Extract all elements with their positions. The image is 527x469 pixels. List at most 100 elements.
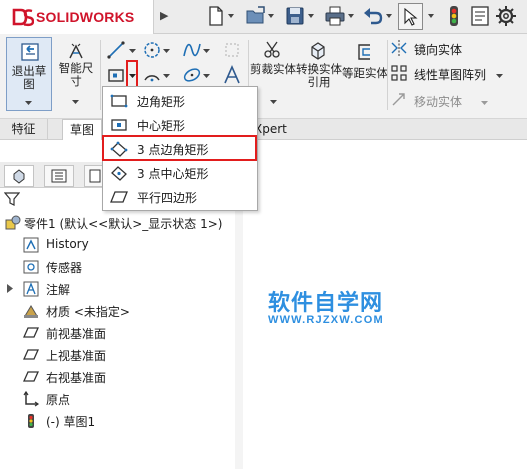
trim-entities-icon[interactable] [262, 40, 282, 60]
tree-item-annotations[interactable]: 注解 [0, 278, 243, 300]
tree-item-material[interactable]: 材质 <未指定> [0, 300, 243, 322]
move-entities-label: 移动实体 [414, 95, 463, 109]
solidworks-logo[interactable]: SOLIDWORKS [0, 0, 154, 34]
3-point-center-rectangle-icon [111, 166, 127, 181]
tree-item-right-plane[interactable]: 右视基准面 [0, 366, 243, 388]
linear-pattern-label[interactable]: 线性草图阵列 [414, 66, 486, 83]
ribbon-separator [387, 40, 388, 110]
select-button[interactable] [398, 3, 423, 30]
plane-icon [22, 371, 40, 382]
history-icon [23, 237, 39, 253]
exit-sketch-label: 退出草图 [11, 64, 47, 91]
chevron-down-icon[interactable] [25, 101, 32, 105]
tree-item-top-plane[interactable]: 上视基准面 [0, 344, 243, 366]
tree-item-sketch1[interactable]: (-) 草图1 [0, 410, 243, 432]
chevron-down-icon[interactable] [308, 14, 314, 18]
chevron-down-icon[interactable] [268, 14, 274, 18]
brand-name: SOLIDWORKS [36, 9, 135, 25]
menu-item-label: 3 点中心矩形 [137, 167, 209, 181]
chevron-down-icon[interactable] [163, 74, 170, 78]
chevron-down-icon[interactable] [163, 49, 170, 53]
tree-item-label: History [46, 237, 89, 251]
ribbon-separator [100, 40, 101, 110]
print-icon[interactable] [323, 4, 347, 28]
text-icon[interactable] [222, 65, 242, 85]
line-icon[interactable] [106, 40, 126, 60]
menu-item-center-rectangle[interactable]: 中心矩形 [103, 113, 257, 137]
tree-item-label: 传感器 [46, 261, 83, 275]
feature-manager-tab[interactable] [4, 165, 34, 187]
chevron-down-icon[interactable] [203, 49, 210, 53]
tree-root-part[interactable]: 零件1 (默认<<默认>_显示状态 1>) [0, 212, 243, 234]
corner-rectangle-icon [110, 94, 128, 108]
arc-icon[interactable] [142, 65, 162, 85]
chevron-down-icon[interactable] [129, 49, 136, 53]
chevron-down-icon[interactable] [72, 100, 79, 104]
circle-icon[interactable] [142, 40, 162, 60]
menu-item-3-point-center-rectangle[interactable]: 3 点中心矩形 [103, 161, 257, 185]
expand-arrow-icon[interactable] [7, 284, 13, 293]
chevron-down-icon[interactable] [428, 14, 434, 18]
file-properties-icon[interactable] [468, 4, 492, 28]
smart-dimension-icon[interactable] [66, 42, 86, 62]
menu-item-parallelogram[interactable]: 平行四边形 [103, 185, 257, 209]
chevron-down-icon[interactable] [496, 74, 503, 78]
menu-expand-arrow[interactable]: ▶ [160, 9, 168, 22]
new-document-icon[interactable] [204, 4, 228, 28]
center-rectangle-icon [111, 119, 127, 131]
chevron-down-icon[interactable] [386, 14, 392, 18]
watermark-url: WWW.RJZXW.COM [268, 314, 384, 326]
watermark-title: 软件自学网 [268, 291, 384, 316]
material-icon [24, 305, 38, 318]
menu-item-label: 边角矩形 [137, 95, 186, 109]
chevron-down-icon[interactable] [270, 100, 277, 104]
menu-item-label: 中心矩形 [137, 119, 186, 133]
tree-item-sensors[interactable]: 传感器 [0, 256, 243, 278]
exit-sketch-button[interactable]: 退出草图 [6, 37, 52, 111]
tab-xpert[interactable]: Xpert [254, 119, 294, 140]
tree-item-history[interactable]: History [0, 234, 243, 256]
undo-icon[interactable] [361, 4, 385, 28]
sketch-icon [28, 414, 34, 428]
cursor-arrow-icon [404, 8, 418, 26]
gear-icon[interactable] [494, 4, 518, 28]
mirror-entities-label[interactable]: 镜向实体 [414, 41, 462, 58]
offset-entities-icon[interactable] [354, 42, 374, 62]
feature-tree-icon [13, 169, 25, 184]
move-entities-icon [392, 93, 405, 106]
chevron-down-icon[interactable] [228, 14, 234, 18]
configuration-icon [89, 169, 101, 183]
offset-entities-label: 等距实体 [342, 66, 388, 80]
command-tabs: 特征 草图 Xpert [0, 119, 527, 140]
save-icon[interactable] [283, 4, 307, 28]
tab-sketch[interactable]: 草图 [62, 119, 102, 140]
convert-entities-icon[interactable] [308, 40, 328, 60]
filter-icon[interactable] [4, 191, 20, 207]
linear-pattern-icon[interactable] [390, 64, 408, 82]
configuration-manager-tab[interactable] [84, 165, 102, 187]
construction-geometry-icon [225, 43, 239, 57]
trim-entities-label: 剪裁实体 [250, 62, 296, 76]
rectangle-icon[interactable] [106, 65, 126, 85]
exit-sketch-icon [21, 43, 39, 61]
rebuild-icon[interactable] [442, 4, 466, 28]
highlighted-menu-item-outline [102, 135, 257, 161]
chevron-down-icon[interactable] [348, 14, 354, 18]
mirror-entities-icon[interactable] [390, 39, 408, 57]
panel-scrollbar[interactable] [235, 188, 243, 469]
property-manager-tab[interactable] [44, 165, 74, 187]
rectangle-dropdown-chevron-icon[interactable] [129, 74, 136, 78]
tree-item-label: 前视基准面 [46, 327, 107, 341]
menu-item-corner-rectangle[interactable]: 边角矩形 [103, 89, 257, 113]
tree-item-front-plane[interactable]: 前视基准面 [0, 322, 243, 344]
tree-root-label: 零件1 (默认<<默认>_显示状态 1>) [24, 217, 223, 231]
convert-entities-label: 转换实体引用 [296, 62, 342, 89]
part-icon [5, 215, 21, 230]
chevron-down-icon [481, 101, 488, 105]
tree-item-origin[interactable]: 原点 [0, 388, 243, 410]
spline-icon[interactable] [182, 40, 202, 60]
tab-features[interactable]: 特征 [0, 119, 48, 140]
ellipse-icon[interactable] [182, 65, 202, 85]
chevron-down-icon[interactable] [203, 74, 210, 78]
open-folder-icon[interactable] [244, 4, 268, 28]
